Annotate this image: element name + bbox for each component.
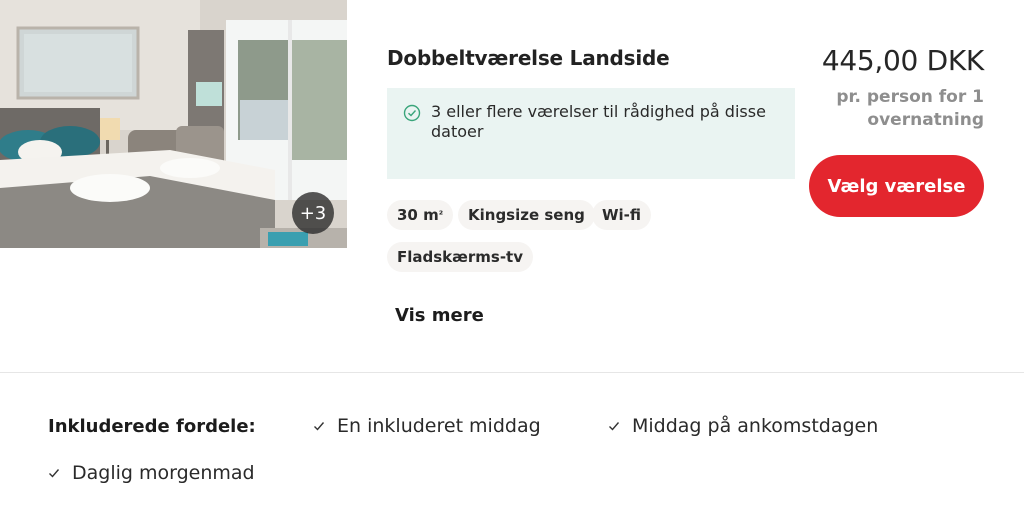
amenity-size-unit: ² [438,209,444,221]
amenity-chip-wifi: Wi-fi [592,200,652,230]
checkmark-icon [609,422,620,431]
benefit-item: En inkluderet middag [313,415,541,437]
select-room-button[interactable]: Vælg værelse [809,155,984,217]
room-title: Dobbeltværelse Landside [387,46,670,70]
divider [0,372,1024,373]
price-note: pr. person for 1 overnatning [836,87,984,130]
availability-text: 3 eller flere værelser til rådighed på d… [431,102,766,141]
room-photo[interactable]: +3 [0,0,347,248]
check-circle-icon [403,104,421,122]
benefit-text: Daglig morgenmad [72,462,255,484]
benefit-item: Daglig morgenmad [48,462,255,484]
amenity-wifi-text: Wi-fi [602,206,642,224]
more-photos-badge[interactable]: +3 [292,192,334,234]
benefit-item: Middag på ankomstdagen [608,415,878,437]
benefit-text: En inkluderet middag [337,415,541,437]
availability-notice: 3 eller flere værelser til rådighed på d… [387,88,795,179]
amenity-chip-size: 30 m² [387,200,454,230]
checkmark-icon [314,422,325,431]
room-price: 445,00 DKK [821,44,984,77]
room-card: +3 Dobbeltværelse Landside 3 eller flere… [0,0,1024,522]
amenity-bed-text: Kingsize seng [468,206,585,224]
checkmark-icon [49,469,60,478]
amenity-tv-text: Fladskærms-tv [397,248,523,266]
amenity-size-text: 30 m [397,206,439,224]
show-more-link[interactable]: Vis mere [395,305,484,326]
amenity-chip-tv: Fladskærms-tv [387,242,533,272]
included-benefits-label: Inkluderede fordele: [48,416,256,437]
amenity-chip-bed: Kingsize seng [458,200,595,230]
benefit-text: Middag på ankomstdagen [632,415,879,437]
